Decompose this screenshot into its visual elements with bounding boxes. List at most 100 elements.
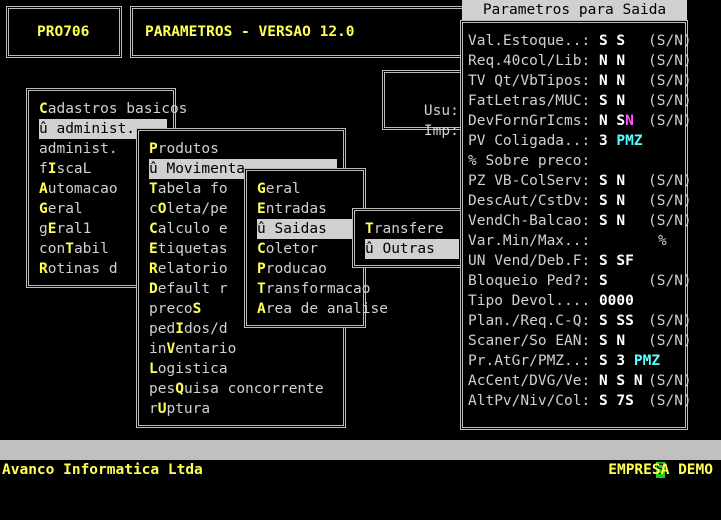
param-row[interactable]: % Sobre preco: <box>468 151 599 171</box>
main-menu-item-label: û administ. <box>39 121 136 137</box>
param-row[interactable]: Val.Estoque..: S S (S/N) <box>468 31 692 51</box>
param-value[interactable]: S <box>599 353 608 369</box>
param-value-2[interactable]: 3 <box>616 353 625 369</box>
param-row[interactable]: DescAut/CstDv: S N (S/N) <box>468 191 692 211</box>
param-label: Val.Estoque..: <box>468 33 591 49</box>
param-value[interactable]: S <box>599 93 608 109</box>
param-row[interactable]: PZ VB-ColServ: S N (S/N) <box>468 171 692 191</box>
param-value[interactable]: N <box>599 53 608 69</box>
param-row[interactable]: Scaner/So EAN: S N (S/N) <box>468 331 692 351</box>
param-value-3[interactable]: N <box>625 373 643 389</box>
param-value-2[interactable]: S <box>616 33 625 49</box>
param-value[interactable]: S <box>599 253 608 269</box>
param-value-3[interactable]: S <box>625 393 634 409</box>
param-label: AcCent/DVG/Ve: <box>468 373 591 389</box>
param-label: Plan./Req.C-Q: <box>468 313 591 329</box>
param-row[interactable]: VendCh-Balcao: S N (S/N) <box>468 211 692 231</box>
param-row[interactable]: PV Coligada..: 3 PMZ <box>468 131 643 151</box>
param-hint: (S/N) <box>648 193 692 209</box>
param-hint: (S/N) <box>648 373 692 389</box>
movimenta-menu-item[interactable]: Transformacao <box>257 279 371 299</box>
param-label: UN Vend/Deb.F: <box>468 253 591 269</box>
param-value-2[interactable]: N <box>616 73 625 89</box>
param-value-2[interactable]: N <box>616 213 625 229</box>
param-value-3[interactable]: F <box>625 253 634 269</box>
label-rest: ral1 <box>56 221 92 237</box>
param-value[interactable]: 3 <box>599 133 608 149</box>
param-row[interactable]: AcCent/DVG/Ve: N S N (S/N) <box>468 371 692 391</box>
param-row[interactable]: Pr.AtGr/PMZ..: S 3 PMZ <box>468 351 660 371</box>
empresa-name: EMPRESA DEMO <box>608 462 713 478</box>
param-label: Pr.AtGr/PMZ..: <box>468 353 591 369</box>
param-value-2[interactable]: S <box>616 313 625 329</box>
param-value[interactable]: S <box>599 193 608 209</box>
movimenta-menu: Geral Entradas û Saidas Coletor Producao Tran… <box>244 168 388 328</box>
param-row[interactable]: Req.40col/Lib: N N (S/N) <box>468 51 692 71</box>
main-menu-item[interactable]: Cadastros basicos <box>39 99 187 119</box>
saidas-menu-item[interactable]: û Outras <box>365 239 459 259</box>
movimenta-menu-item[interactable]: Area de analise <box>257 299 388 319</box>
param-value[interactable]: S <box>599 273 608 289</box>
params-panel: Val.Estoque..: S S (S/N) Req.40col/Lib: N … <box>460 20 692 430</box>
label-rest: rodutos <box>157 141 219 157</box>
params-panel-title: Parametros para Saida <box>462 0 687 20</box>
param-value-2[interactable]: PMZ <box>616 133 642 149</box>
param-value[interactable]: S <box>599 33 608 49</box>
param-value[interactable]: S <box>599 393 608 409</box>
param-value[interactable]: S <box>599 313 608 329</box>
movimenta-menu-item[interactable]: Producao <box>257 259 357 279</box>
admin-menu-item[interactable]: Produtos <box>149 139 337 159</box>
param-row[interactable]: Bloqueio Ped?: S (S/N) <box>468 271 692 291</box>
param-value-3[interactable]: S <box>625 313 634 329</box>
param-value[interactable]: S <box>599 213 608 229</box>
movimenta-menu-item[interactable]: Coletor <box>257 239 357 259</box>
param-row[interactable]: Var.Min/Max..: % <box>468 231 667 251</box>
param-row[interactable]: UN Vend/Deb.F: S SF <box>468 251 634 271</box>
param-value-3[interactable]: N <box>625 113 634 129</box>
movimenta-menu-item[interactable]: û Saidas <box>257 219 357 239</box>
param-value-2[interactable]: S <box>616 373 625 389</box>
param-value[interactable]: S <box>599 173 608 189</box>
param-row[interactable]: AltPv/Niv/Col: S 7S (S/N) <box>468 391 692 411</box>
label-rest: utomacao <box>47 181 118 197</box>
param-label: Req.40col/Lib: <box>468 53 591 69</box>
param-value-2[interactable]: N <box>616 193 625 209</box>
label-rest: abil <box>73 241 109 257</box>
label-prefix: r <box>149 401 158 417</box>
param-value-2[interactable]: S <box>616 113 625 129</box>
hotkey: T <box>257 281 266 297</box>
param-value-2[interactable]: N <box>616 53 625 69</box>
param-value-2[interactable]: S <box>616 253 625 269</box>
label-prefix: f <box>39 161 48 177</box>
admin-menu-item[interactable]: rUptura <box>149 399 337 419</box>
saidas-menu-item[interactable]: Transfere <box>365 219 459 239</box>
movimenta-menu-item[interactable]: Entradas <box>257 199 357 219</box>
param-value-2[interactable]: N <box>616 173 625 189</box>
hotkey: A <box>39 181 48 197</box>
param-value-3[interactable]: PMZ <box>625 353 660 369</box>
param-value-2[interactable]: 7 <box>616 393 625 409</box>
param-hint: % <box>658 233 667 249</box>
param-value[interactable]: S <box>599 333 608 349</box>
param-row[interactable]: TV Qt/VbTipos: N N (S/N) <box>468 71 692 91</box>
admin-menu-item[interactable]: Logistica <box>149 359 337 379</box>
label-rest: oletor <box>265 241 319 257</box>
param-value[interactable]: N <box>599 113 608 129</box>
param-value-2[interactable]: N <box>616 333 625 349</box>
movimenta-menu-item[interactable]: Geral <box>257 179 357 199</box>
admin-menu-item[interactable]: inVentario <box>149 339 337 359</box>
label-prefix: in <box>149 341 167 357</box>
param-row[interactable]: FatLetras/MUC: S N (S/N) <box>468 91 692 111</box>
param-value-2[interactable]: N <box>616 93 625 109</box>
param-row[interactable]: DevFornGrIcms: N SN (S/N) <box>468 111 692 131</box>
param-value[interactable]: 0000 <box>599 293 634 309</box>
param-row[interactable]: Tipo Devol.... 0000 <box>468 291 634 311</box>
label-rest: ntradas <box>265 201 327 217</box>
param-value[interactable]: N <box>599 373 608 389</box>
label-rest: rea de analise <box>265 301 388 317</box>
param-row[interactable]: Plan./Req.C-Q: S SS (S/N) <box>468 311 692 331</box>
page-title: PARAMETROS - VERSAO 12.0 <box>145 24 355 40</box>
label-prefix: con <box>39 241 66 257</box>
admin-menu-item[interactable]: pesQuisa concorrente <box>149 379 337 399</box>
param-value[interactable]: N <box>599 73 608 89</box>
